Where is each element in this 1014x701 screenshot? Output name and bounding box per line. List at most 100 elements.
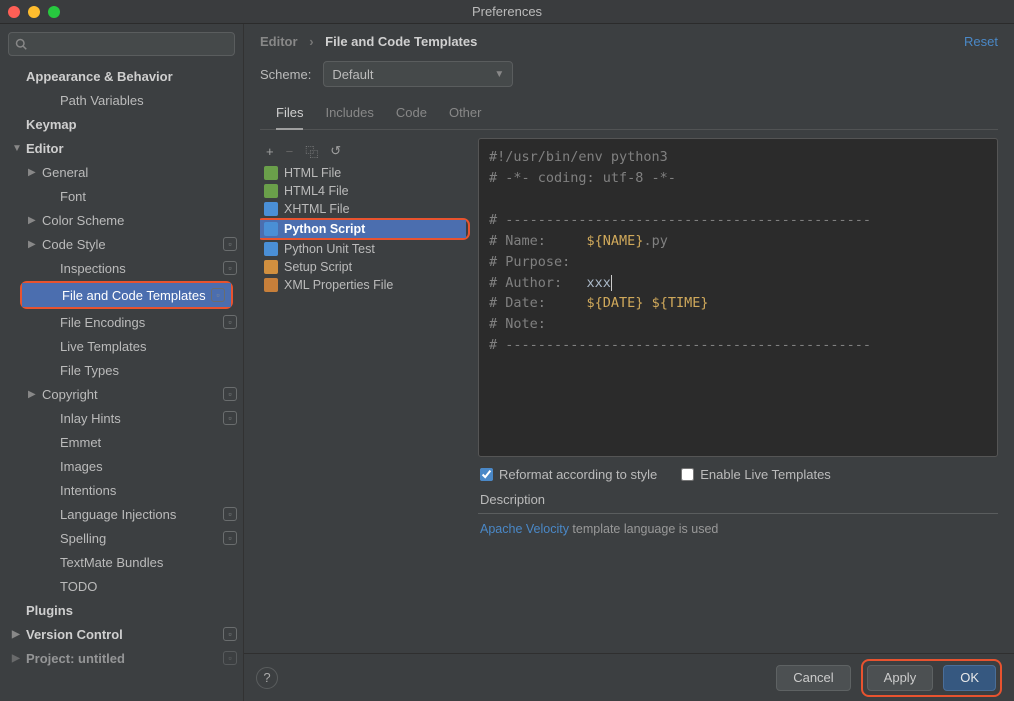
sidebar-item-label: Emmet (60, 435, 101, 450)
revert-template-button[interactable]: ↺ (330, 143, 341, 159)
scheme-select[interactable]: Default ▼ (323, 61, 513, 87)
sidebar-item-label: General (42, 165, 88, 180)
reformat-label: Reformat according to style (499, 467, 657, 482)
sidebar-item-appearance-behavior[interactable]: Appearance & Behavior (0, 64, 243, 88)
sidebar-item-label: Code Style (42, 237, 106, 252)
scope-badge-icon: ▫ (211, 288, 225, 302)
sidebar-highlight: File and Code Templates▫ (20, 281, 233, 309)
search-icon (15, 38, 27, 50)
template-item-python-script[interactable]: Python Script (260, 220, 466, 238)
sidebar-item-todo[interactable]: TODO (0, 574, 243, 598)
reformat-checkbox[interactable]: Reformat according to style (480, 467, 657, 482)
sidebar-item-font[interactable]: Font (0, 184, 243, 208)
copy-template-button[interactable]: ⿻ (305, 142, 318, 161)
sidebar-item-label: Intentions (60, 483, 116, 498)
scope-badge-icon: ▫ (223, 411, 237, 425)
breadcrumb: Editor › File and Code Templates (260, 34, 477, 49)
sidebar-item-version-control[interactable]: ▶Version Control▫ (0, 622, 243, 646)
remove-template-button[interactable]: − (286, 144, 294, 159)
cancel-button[interactable]: Cancel (776, 665, 850, 691)
ok-button[interactable]: OK (943, 665, 996, 691)
sidebar-item-file-and-code-templates[interactable]: File and Code Templates▫ (22, 283, 231, 307)
sidebar-item-plugins[interactable]: Plugins (0, 598, 243, 622)
apply-ok-highlight: Apply OK (861, 659, 1002, 697)
live-templates-label: Enable Live Templates (700, 467, 831, 482)
expand-icon: ▶ (28, 215, 38, 226)
scheme-label: Scheme: (260, 67, 311, 82)
expand-icon: ▶ (28, 239, 38, 250)
sidebar-item-general[interactable]: ▶ General (0, 160, 243, 184)
template-item-label: Setup Script (284, 260, 352, 274)
sidebar-item-live-templates[interactable]: Live Templates (0, 334, 243, 358)
sidebar-item-copyright[interactable]: ▶Copyright▫ (0, 382, 243, 406)
template-tabs: Files Includes Code Other (260, 87, 998, 130)
content-pane: Editor › File and Code Templates Reset S… (244, 24, 1014, 701)
sidebar-item-language-injections[interactable]: Language Injections▫ (0, 502, 243, 526)
file-type-icon (264, 278, 278, 292)
live-templates-checkbox[interactable]: Enable Live Templates (681, 467, 831, 482)
file-type-icon (264, 260, 278, 274)
sidebar-item-label: Live Templates (60, 339, 146, 354)
sidebar-item-label: Version Control (26, 627, 123, 642)
sidebar-item-textmate-bundles[interactable]: TextMate Bundles (0, 550, 243, 574)
sidebar-item-path-variables[interactable]: Path Variables (0, 88, 243, 112)
template-item-xml-properties-file[interactable]: XML Properties File (260, 276, 470, 294)
sidebar-item-code-style[interactable]: ▶ Code Style ▫ (0, 232, 243, 256)
sidebar-item-label: Path Variables (60, 93, 144, 108)
sidebar-item-spelling[interactable]: Spelling▫ (0, 526, 243, 550)
apply-button[interactable]: Apply (867, 665, 934, 691)
tab-code[interactable]: Code (396, 105, 427, 129)
expand-icon: ▶ (28, 389, 38, 400)
preferences-sidebar: Appearance & Behavior Path Variables Keyma… (0, 24, 244, 701)
sidebar-item-label: Copyright (42, 387, 98, 402)
sidebar-item-intentions[interactable]: Intentions (0, 478, 243, 502)
description-label: Description (478, 492, 998, 507)
sidebar-item-project-untitled[interactable]: ▶Project: untitled▫ (0, 646, 243, 670)
description-box: Apache Velocity template language is use… (478, 513, 998, 653)
breadcrumb-current: File and Code Templates (325, 34, 477, 49)
velocity-link[interactable]: Apache Velocity (480, 522, 569, 536)
sidebar-item-file-types[interactable]: File Types (0, 358, 243, 382)
file-type-icon (264, 242, 278, 256)
sidebar-item-editor[interactable]: ▼Editor (0, 136, 243, 160)
sidebar-item-label: TextMate Bundles (60, 555, 163, 570)
sidebar-item-images[interactable]: Images (0, 454, 243, 478)
sidebar-item-color-scheme[interactable]: ▶Color Scheme (0, 208, 243, 232)
reset-link[interactable]: Reset (964, 34, 998, 49)
description-text: template language is used (569, 522, 718, 536)
breadcrumb-parent[interactable]: Editor (260, 34, 298, 49)
sidebar-item-inspections[interactable]: Inspections▫ (0, 256, 243, 280)
template-editor[interactable]: #!/usr/bin/env python3# -*- coding: utf-… (478, 138, 998, 457)
scope-badge-icon: ▫ (223, 651, 237, 665)
help-button[interactable]: ? (256, 667, 278, 689)
sidebar-item-label: Inspections (60, 261, 126, 276)
template-item-python-unit-test[interactable]: Python Unit Test (260, 240, 470, 258)
sidebar-item-label: Keymap (26, 117, 77, 132)
search-input[interactable] (8, 32, 235, 56)
sidebar-item-file-encodings[interactable]: File Encodings▫ (0, 310, 243, 334)
scope-badge-icon: ▫ (223, 531, 237, 545)
expand-icon: ▶ (28, 167, 38, 178)
template-item-label: XHTML File (284, 202, 350, 216)
sidebar-item-keymap[interactable]: Keymap (0, 112, 243, 136)
sidebar-item-emmet[interactable]: Emmet (0, 430, 243, 454)
template-item-html4-file[interactable]: HTML4 File (260, 182, 470, 200)
scope-badge-icon: ▫ (223, 237, 237, 251)
tab-files[interactable]: Files (276, 105, 303, 130)
scope-badge-icon: ▫ (223, 627, 237, 641)
template-item-html-file[interactable]: HTML File (260, 164, 470, 182)
add-template-button[interactable]: + (266, 144, 274, 159)
file-toolbar: + − ⿻ ↺ (260, 138, 470, 164)
file-type-icon (264, 184, 278, 198)
template-item-label: HTML4 File (284, 184, 349, 198)
sidebar-item-label: TODO (60, 579, 97, 594)
tab-other[interactable]: Other (449, 105, 482, 129)
search-field[interactable] (31, 37, 228, 52)
sidebar-item-inlay-hints[interactable]: Inlay Hints▫ (0, 406, 243, 430)
template-item-setup-script[interactable]: Setup Script (260, 258, 470, 276)
file-type-icon (264, 166, 278, 180)
dialog-footer: ? Cancel Apply OK (244, 653, 1014, 701)
tab-includes[interactable]: Includes (325, 105, 373, 129)
sidebar-item-label: File Encodings (60, 315, 145, 330)
template-item-xhtml-file[interactable]: XHTML File (260, 200, 470, 218)
